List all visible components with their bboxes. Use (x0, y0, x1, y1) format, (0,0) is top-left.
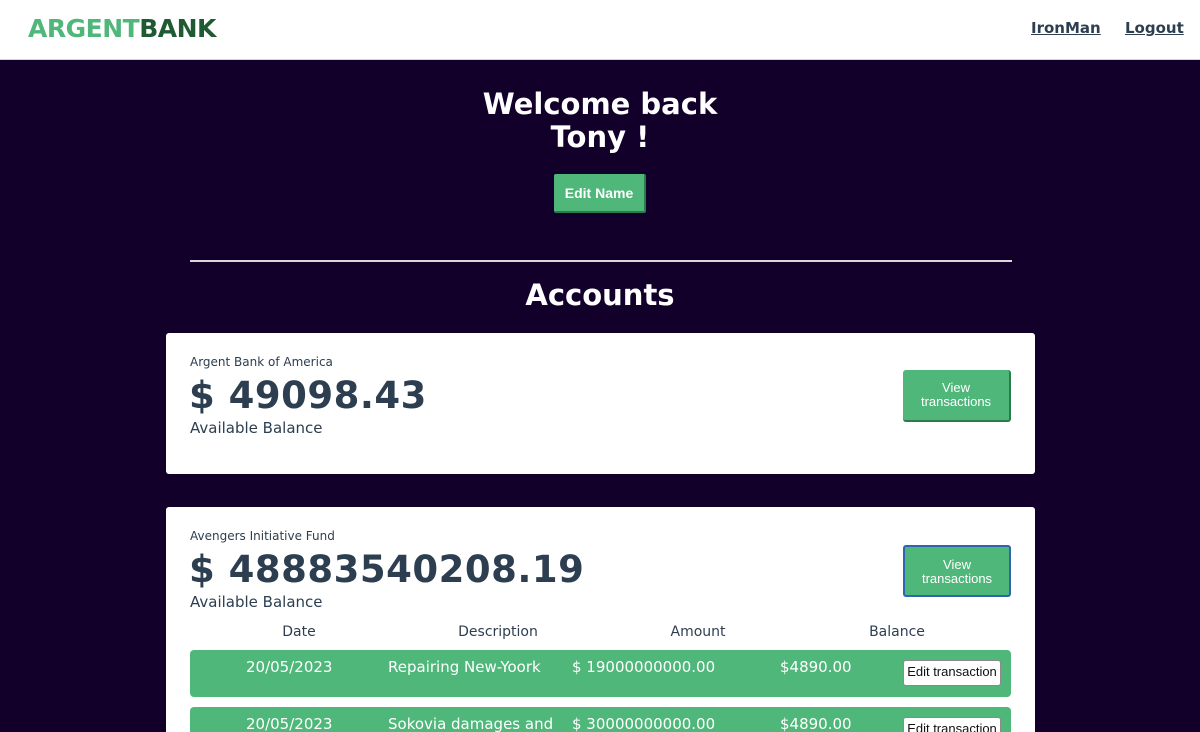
view-transactions-button[interactable]: View transactions (903, 545, 1011, 597)
argent-bank-logo[interactable]: ARGENTBANK (28, 14, 216, 43)
transaction-row[interactable]: 20/05/2023 Sokovia damages and $ 3000000… (190, 707, 1011, 732)
account-name: Avengers Initiative Fund (190, 529, 335, 543)
column-header-balance: Balance (869, 624, 925, 640)
user-name: Tony ! (550, 120, 650, 154)
welcome-heading: Welcome back Tony ! (0, 88, 1200, 154)
account-amount: $ 49098.43 (189, 374, 427, 417)
logo-text-bank: BANK (139, 14, 216, 43)
welcome-line: Welcome back (482, 87, 718, 121)
account-amount-description: Available Balance (190, 593, 323, 611)
view-transactions-button[interactable]: View transactions (903, 370, 1011, 422)
button-label-line: transactions (920, 394, 992, 409)
transaction-balance: $4890.00 (780, 715, 852, 732)
button-label-line: transactions (921, 571, 993, 586)
accounts-heading: Accounts (525, 278, 675, 312)
account-amount: $ 48883540208.19 (189, 548, 585, 591)
top-navigation: ARGENTBANK IronMan Logout (0, 0, 1200, 60)
column-header-date: Date (282, 624, 316, 640)
button-label-line: View (943, 557, 971, 572)
transaction-date: 20/05/2023 (246, 658, 333, 676)
section-divider (190, 260, 1012, 262)
edit-transaction-button[interactable]: Edit transaction (903, 660, 1001, 686)
transaction-row[interactable]: 20/05/2023 Repairing New-Yoork $ 1900000… (190, 650, 1011, 697)
column-header-description: Description (458, 624, 538, 640)
transaction-amount: $ 19000000000.00 (572, 658, 716, 676)
user-profile-link[interactable]: IronMan (1031, 19, 1101, 37)
logo-text-argent: ARGENT (28, 14, 140, 43)
button-label-line: View (942, 380, 970, 395)
transaction-description: Sokovia damages and (388, 715, 554, 732)
transaction-date: 20/05/2023 (246, 715, 333, 732)
transaction-balance: $4890.00 (780, 658, 852, 676)
edit-transaction-button[interactable]: Edit transaction (903, 717, 1001, 732)
transaction-amount: $ 30000000000.00 (572, 715, 716, 732)
column-header-amount: Amount (670, 624, 726, 640)
account-card: Avengers Initiative Fund $ 48883540208.1… (166, 507, 1035, 732)
logout-link[interactable]: Logout (1125, 19, 1184, 37)
transaction-description: Repairing New-Yoork (388, 658, 541, 676)
transactions-table-header: Date Description Amount Balance (166, 624, 1035, 644)
edit-name-button[interactable]: Edit Name (554, 174, 646, 213)
account-amount-description: Available Balance (190, 419, 323, 437)
account-card: Argent Bank of America $ 49098.43 Availa… (166, 333, 1035, 474)
account-name: Argent Bank of America (190, 355, 333, 369)
